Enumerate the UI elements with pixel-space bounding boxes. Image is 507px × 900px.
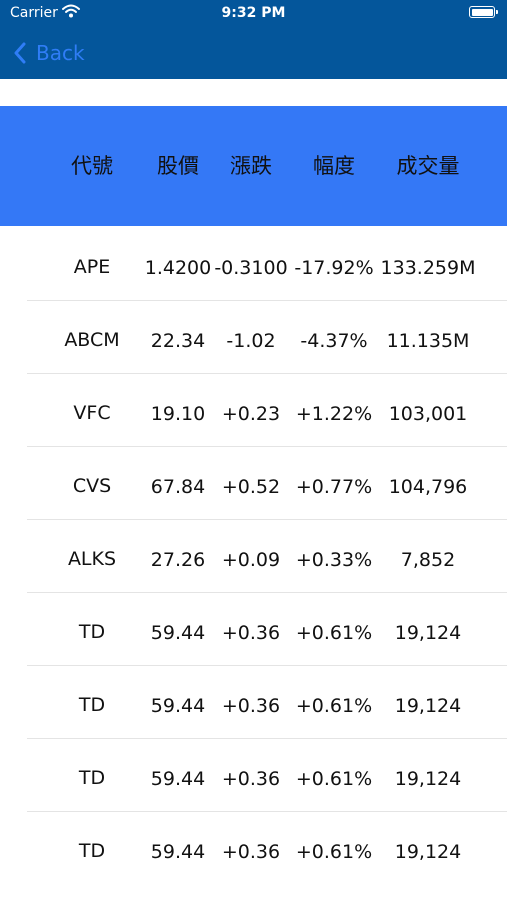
header-change: 漲跌 xyxy=(230,154,272,178)
navigation-bar: Carrier 9:32 PM Back xyxy=(0,0,507,79)
cell-symbol: TD xyxy=(78,840,106,860)
cell-change: +0.36 xyxy=(221,695,281,717)
table-row[interactable]: ALKS 27.26 +0.09 +0.33% 7,852 xyxy=(0,520,507,593)
header-change-percent: 幅度 xyxy=(313,154,355,178)
cell-change: +0.23 xyxy=(221,403,281,425)
cell-volume: 19,124 xyxy=(394,695,462,717)
table-row[interactable]: TD 59.44 +0.36 +0.61% 19,124 xyxy=(0,593,507,666)
header-price: 股價 xyxy=(157,154,199,178)
cell-price: 67.84 xyxy=(150,476,206,498)
status-time: 9:32 PM xyxy=(221,5,286,21)
cell-symbol: TD xyxy=(78,767,106,789)
cell-symbol: TD xyxy=(78,694,106,716)
chevron-left-icon xyxy=(14,42,26,64)
cell-change: +0.09 xyxy=(221,549,281,571)
table-row[interactable]: ABCM 22.34 -1.02 -4.37% 11.135M xyxy=(0,301,507,374)
cell-change: +0.36 xyxy=(221,768,281,790)
cell-price: 59.44 xyxy=(150,841,206,860)
cell-change-percent: +0.61% xyxy=(295,768,373,790)
back-label: Back xyxy=(36,41,85,65)
cell-symbol: APE xyxy=(73,256,111,278)
table-row[interactable]: TD 59.44 +0.36 +0.61% 19,124 xyxy=(0,812,507,860)
header-volume: 成交量 xyxy=(396,154,460,178)
cell-change-percent: +0.77% xyxy=(295,476,373,498)
cell-volume: 19,124 xyxy=(394,841,462,860)
table-row[interactable]: CVS 67.84 +0.52 +0.77% 104,796 xyxy=(0,447,507,520)
stock-table[interactable]: APE 1.4200 -0.3100 -17.92% 133.259M ABCM… xyxy=(0,228,507,860)
table-row[interactable]: TD 59.44 +0.36 +0.61% 19,124 xyxy=(0,666,507,739)
cell-volume: 19,124 xyxy=(394,768,462,790)
cell-change-percent: -4.37% xyxy=(300,330,368,352)
cell-volume: 103,001 xyxy=(388,403,468,425)
cell-price: 59.44 xyxy=(150,622,206,644)
cell-symbol: ALKS xyxy=(67,548,117,570)
cell-change: -0.3100 xyxy=(214,257,288,279)
cell-volume: 7,852 xyxy=(400,549,456,571)
cell-change: +0.36 xyxy=(221,622,281,644)
battery-icon xyxy=(469,6,498,18)
cell-volume: 11.135M xyxy=(386,330,470,352)
table-row[interactable]: VFC 19.10 +0.23 +1.22% 103,001 xyxy=(0,374,507,447)
status-bar: Carrier 9:32 PM xyxy=(0,0,507,28)
table-header: 代號 股價 漲跌 幅度 成交量 xyxy=(0,106,507,226)
cell-change-percent: +0.33% xyxy=(295,549,373,571)
cell-change: +0.52 xyxy=(221,476,281,498)
cell-symbol: ABCM xyxy=(64,329,120,351)
cell-price: 59.44 xyxy=(150,768,206,790)
back-button[interactable]: Back xyxy=(14,38,85,68)
cell-change: +0.36 xyxy=(221,841,281,860)
cell-volume: 133.259M xyxy=(380,257,476,279)
cell-change-percent: +0.61% xyxy=(295,622,373,644)
cell-symbol: TD xyxy=(78,621,106,643)
cell-price: 19.10 xyxy=(150,403,206,425)
cell-change-percent: +0.61% xyxy=(295,841,373,860)
table-row[interactable]: APE 1.4200 -0.3100 -17.92% 133.259M xyxy=(0,228,507,301)
table-row[interactable]: TD 59.44 +0.36 +0.61% 19,124 xyxy=(0,739,507,812)
cell-change-percent: +0.61% xyxy=(295,695,373,717)
cell-price: 22.34 xyxy=(150,330,206,352)
cell-price: 27.26 xyxy=(150,549,206,571)
cell-change: -1.02 xyxy=(226,330,276,352)
header-symbol: 代號 xyxy=(71,154,113,178)
cell-volume: 104,796 xyxy=(388,476,468,498)
cell-symbol: VFC xyxy=(73,402,111,424)
cell-price: 59.44 xyxy=(150,695,206,717)
cell-price: 1.4200 xyxy=(144,257,212,279)
cell-volume: 19,124 xyxy=(394,622,462,644)
cell-symbol: CVS xyxy=(72,475,112,497)
cell-change-percent: -17.92% xyxy=(294,257,374,279)
cell-change-percent: +1.22% xyxy=(295,403,373,425)
